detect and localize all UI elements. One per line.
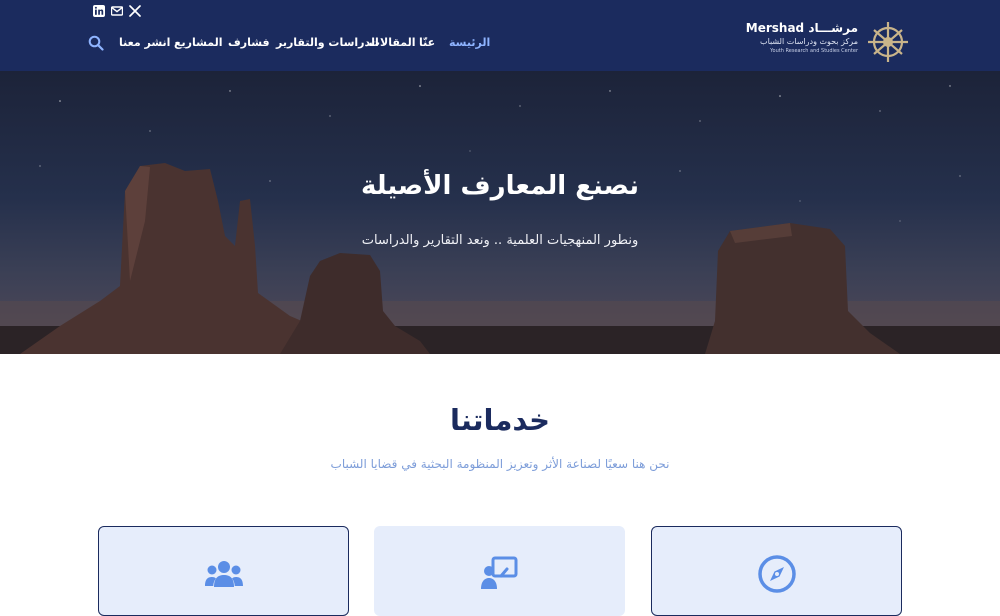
brand-name-latin: Mershad xyxy=(745,21,805,35)
main-nav: الرئيسة عنّا المقالات الدراسات والتقارير… xyxy=(0,34,1000,52)
brand-name-arabic: مرشـــاد xyxy=(808,21,858,35)
nav-item-home[interactable]: الرئيسة xyxy=(449,34,490,52)
hero-banner: نصنع المعارف الأصيلة ونطور المنهجيات الع… xyxy=(0,71,1000,354)
compass-icon xyxy=(758,555,796,593)
service-card[interactable] xyxy=(374,526,625,616)
hero-subtitle: ونطور المنهجيات العلمية .. ونعد التقارير… xyxy=(361,233,639,248)
hero-background-image xyxy=(0,85,1000,354)
presentation-icon xyxy=(481,556,518,589)
service-card[interactable] xyxy=(651,526,902,616)
x-icon[interactable] xyxy=(129,5,141,17)
nav-item-publish-with-us[interactable]: انشر معنا xyxy=(119,34,170,52)
site-header: Mershad مرشـــاد مركز بحوث ودراسات الشبا… xyxy=(0,0,1000,71)
search-icon[interactable] xyxy=(88,35,104,51)
nav-item-about[interactable]: عنّا xyxy=(419,34,435,52)
nav-item-mashaarif[interactable]: فشارف xyxy=(228,34,270,52)
service-card[interactable] xyxy=(98,526,349,616)
hero-title: نصنع المعارف الأصيلة xyxy=(361,171,639,201)
services-subtitle: نحن هنا سعيًا لصناعة الأثر وتعزيز المنظو… xyxy=(330,457,670,471)
users-icon xyxy=(205,561,243,587)
nav-item-studies-reports[interactable]: الدراسات والتقارير xyxy=(276,34,379,52)
services-title: خدماتنا xyxy=(449,403,551,437)
mail-icon[interactable] xyxy=(111,5,123,17)
nav-item-projects[interactable]: المشاريع xyxy=(174,34,223,52)
linkedin-icon[interactable] xyxy=(93,5,105,17)
